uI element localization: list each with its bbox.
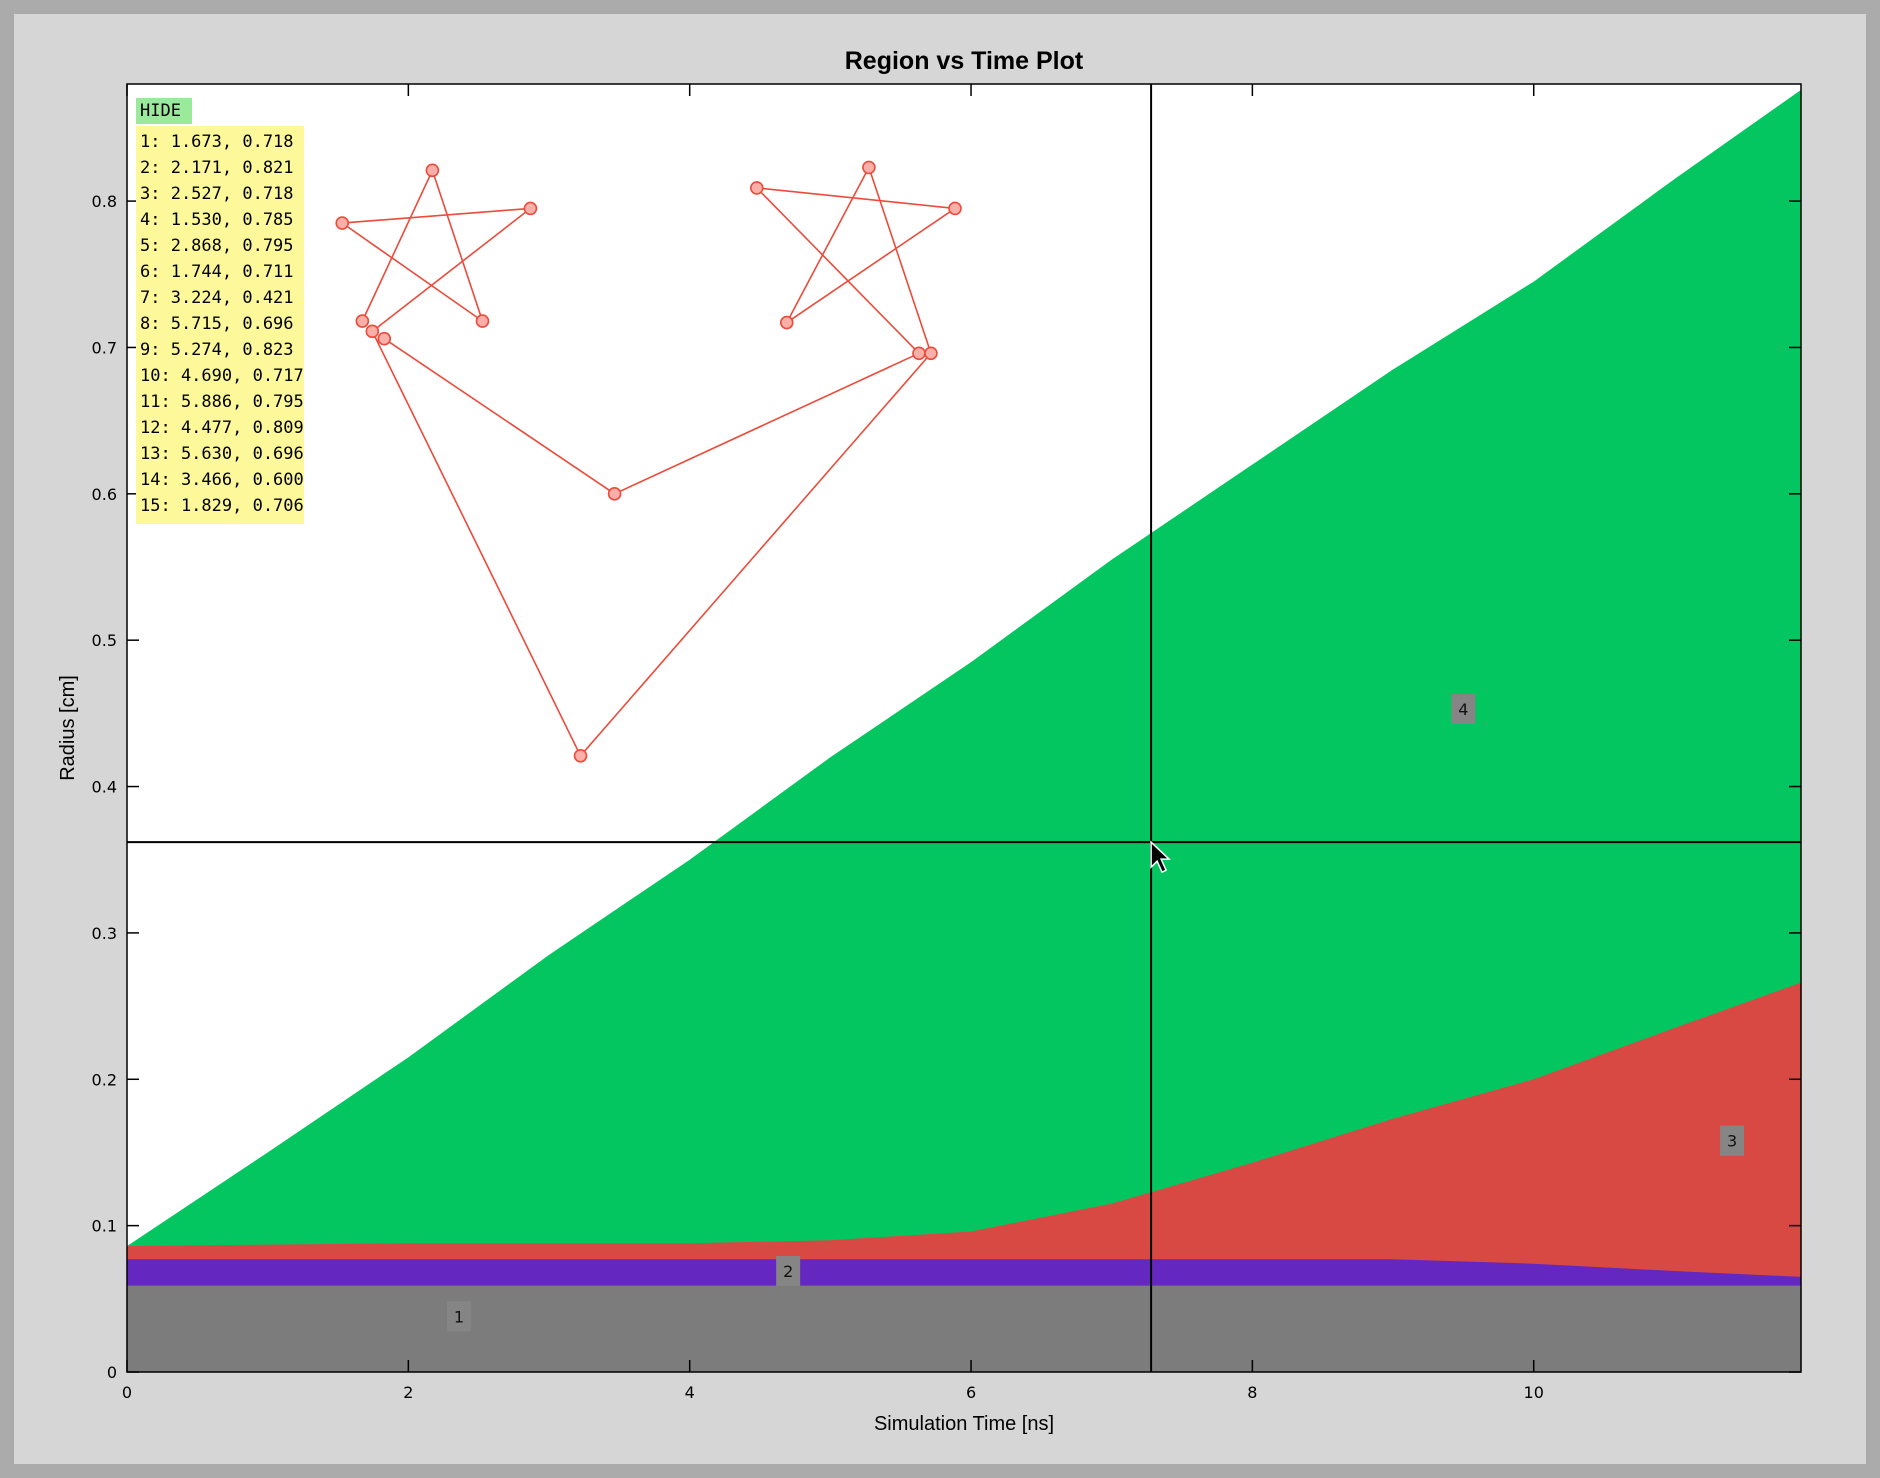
plot-window: 1 2 3 4 0 2 4 6 8 10 0 0.1 0.2 0.3 0.4 0.5 0.6 0.7 0.8 Regi… bbox=[14, 14, 1866, 1464]
point-entry: 3: 2.527, 0.718 bbox=[140, 184, 294, 204]
marker-point-9[interactable] bbox=[862, 160, 876, 175]
marker-point-13[interactable] bbox=[912, 346, 926, 361]
marker-point-12[interactable] bbox=[749, 181, 764, 195]
point-entry: 15: 1.829, 0.706 bbox=[140, 496, 304, 516]
y-tick-label: 0.8 bbox=[92, 192, 117, 211]
x-tick-label: 4 bbox=[685, 1383, 695, 1402]
point-entry: 1: 1.673, 0.718 bbox=[140, 132, 294, 152]
point-entry: 4: 1.530, 0.785 bbox=[140, 210, 294, 230]
marker-point-11[interactable] bbox=[948, 201, 962, 216]
marker-point-2[interactable] bbox=[425, 163, 440, 178]
points-list-panel: 1: 1.673, 0.718 2: 2.171, 0.821 3: 2.527, … bbox=[136, 126, 304, 524]
x-tick-label: 0 bbox=[122, 1383, 132, 1402]
x-tick-label: 8 bbox=[1247, 1383, 1257, 1402]
point-entry: 12: 4.477, 0.809 bbox=[140, 418, 304, 438]
x-tick-label: 6 bbox=[966, 1383, 976, 1402]
region-4-label: 4 bbox=[1458, 700, 1468, 719]
point-entry: 14: 3.466, 0.600 bbox=[140, 470, 304, 490]
point-entry: 11: 5.886, 0.795 bbox=[140, 392, 304, 412]
y-tick-label: 0.6 bbox=[92, 485, 117, 504]
region-1-area bbox=[127, 1285, 1801, 1372]
point-entry: 9: 5.274, 0.823 bbox=[140, 340, 294, 360]
marker-point-3[interactable] bbox=[475, 314, 490, 328]
y-tick-label: 0.4 bbox=[92, 778, 117, 797]
point-entry: 7: 3.224, 0.421 bbox=[140, 288, 294, 308]
x-tick-label: 10 bbox=[1524, 1383, 1544, 1402]
y-axis-title: Radius [cm] bbox=[57, 675, 79, 781]
y-tick-label: 0.2 bbox=[92, 1070, 117, 1089]
marker-point-6[interactable] bbox=[365, 324, 380, 339]
point-entry: 5: 2.868, 0.795 bbox=[140, 236, 294, 256]
region-3-label: 3 bbox=[1727, 1132, 1737, 1151]
x-axis-title: Simulation Time [ns] bbox=[874, 1413, 1054, 1435]
point-entry: 2: 2.171, 0.821 bbox=[140, 158, 294, 178]
hide-points-button[interactable]: HIDE bbox=[136, 98, 192, 124]
region-2-label: 2 bbox=[783, 1262, 793, 1281]
point-entry: 13: 5.630, 0.696 bbox=[140, 444, 304, 464]
marker-point-10[interactable] bbox=[779, 315, 794, 330]
chart-title: Region vs Time Plot bbox=[845, 47, 1084, 75]
region-1-label: 1 bbox=[454, 1307, 464, 1326]
y-tick-label: 0.5 bbox=[92, 631, 117, 650]
marker-point-8[interactable] bbox=[924, 346, 938, 361]
y-tick-label: 0 bbox=[107, 1363, 117, 1382]
point-entry: 6: 1.744, 0.711 bbox=[140, 262, 294, 282]
point-entry: 10: 4.690, 0.717 bbox=[140, 366, 304, 386]
marker-point-4[interactable] bbox=[335, 216, 350, 230]
marker-point-14[interactable] bbox=[607, 487, 622, 501]
y-tick-label: 0.7 bbox=[92, 338, 117, 357]
marker-point-1[interactable] bbox=[355, 314, 370, 328]
point-entry: 8: 5.715, 0.696 bbox=[140, 314, 294, 334]
marker-point-5[interactable] bbox=[523, 201, 538, 216]
x-tick-label: 2 bbox=[403, 1383, 413, 1402]
y-tick-label: 0.3 bbox=[92, 924, 117, 943]
marker-point-15[interactable] bbox=[377, 331, 392, 346]
y-tick-label: 0.1 bbox=[92, 1217, 117, 1236]
marker-point-7[interactable] bbox=[573, 749, 588, 763]
